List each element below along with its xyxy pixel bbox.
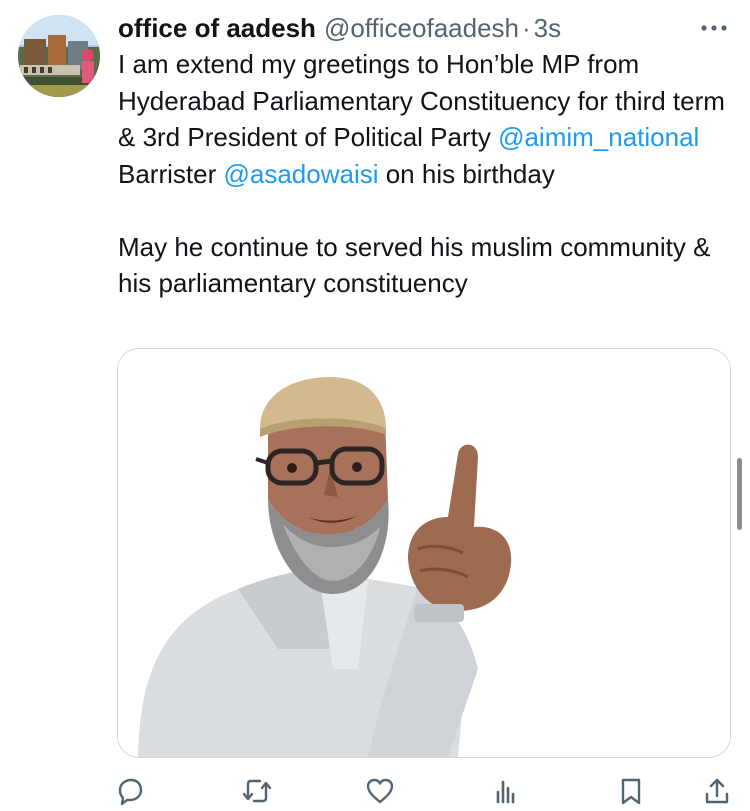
scrollbar-thumb[interactable] — [737, 458, 742, 530]
retweet-icon — [242, 779, 272, 803]
bookmark-button[interactable] — [612, 772, 650, 810]
mention-link[interactable]: @asadowaisi — [223, 159, 378, 189]
share-icon — [705, 778, 729, 804]
tweet-text: I am extend my greetings to Hon’ble MP f… — [118, 46, 728, 302]
retweet-button[interactable] — [238, 772, 276, 810]
display-name[interactable]: office of aadesh — [118, 10, 316, 46]
like-icon — [366, 778, 394, 804]
user-handle[interactable]: @officeofaadesh — [324, 10, 519, 46]
tweet-card[interactable]: office of aadesh @officeofaadesh · 3s I … — [0, 0, 750, 811]
tweet-text-segment: Barrister — [118, 158, 224, 189]
reply-button[interactable] — [111, 772, 149, 810]
separator-dot: · — [522, 13, 531, 43]
tweet-text-segment: on his birthday — [378, 158, 555, 189]
action-bar — [0, 772, 750, 810]
more-options-button[interactable] — [696, 14, 732, 42]
avatar-image — [18, 15, 100, 97]
avatar[interactable] — [18, 15, 100, 97]
share-button[interactable] — [698, 772, 736, 810]
views-button[interactable] — [487, 772, 525, 810]
bookmark-icon — [621, 778, 641, 805]
mention-link[interactable]: @aimim_national — [498, 122, 699, 152]
tweet-media[interactable] — [117, 348, 731, 758]
tweet-header: office of aadesh @officeofaadesh · 3s — [118, 10, 561, 46]
views-icon — [496, 780, 515, 804]
timestamp[interactable]: 3s — [534, 10, 561, 46]
tweet-paragraph: I am extend my greetings to Hon’ble MP f… — [118, 46, 728, 192]
photo-of-man-pointing-finger — [118, 349, 730, 757]
tweet-paragraph: May he continue to served his muslim com… — [118, 231, 711, 299]
like-button[interactable] — [361, 772, 399, 810]
more-options-icon — [701, 25, 727, 31]
reply-icon — [118, 778, 143, 806]
